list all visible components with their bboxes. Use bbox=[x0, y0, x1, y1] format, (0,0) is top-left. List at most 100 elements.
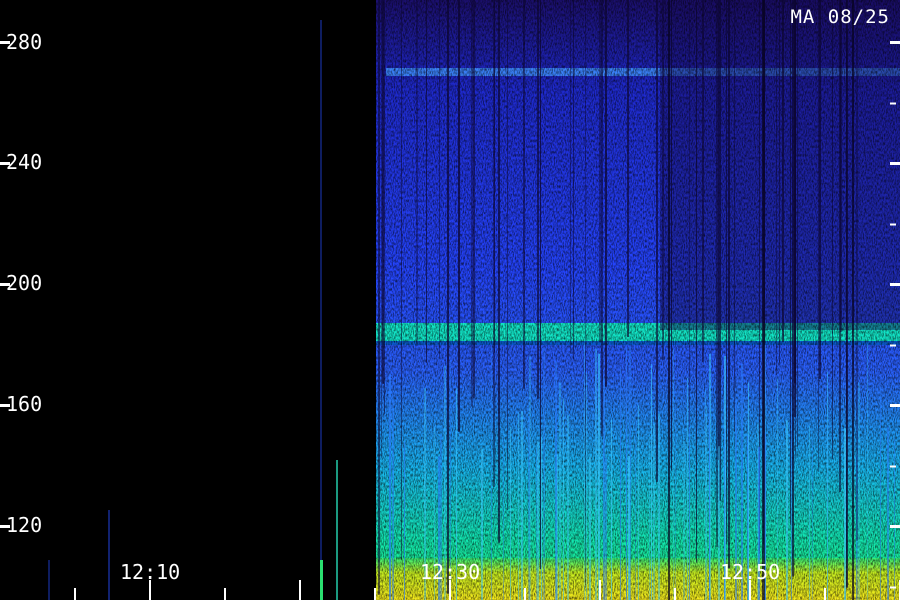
spectrogram-streak bbox=[439, 0, 440, 359]
spectrogram-streak bbox=[627, 0, 629, 338]
spectrogram-streak bbox=[776, 0, 777, 375]
spectrogram-streak bbox=[585, 0, 586, 585]
y-tick-label: 120 bbox=[6, 515, 42, 535]
spectrogram-streak bbox=[791, 399, 792, 600]
spectrogram-streak bbox=[662, 0, 664, 361]
y-tick-label-text: 120 bbox=[6, 513, 43, 537]
y-tick-label-text: 240 bbox=[6, 150, 43, 174]
spectrogram-streak bbox=[651, 364, 652, 600]
spectrogram-streak bbox=[858, 382, 860, 600]
spectrogram-streak bbox=[559, 382, 561, 600]
spectrogram-streak bbox=[620, 367, 621, 600]
spectrogram-streak bbox=[880, 386, 881, 600]
spectrogram-streak bbox=[384, 0, 385, 415]
spectrogram-streak bbox=[601, 0, 603, 437]
spectrogram-streak bbox=[473, 0, 475, 399]
early-streak bbox=[320, 560, 323, 600]
spectrogram-streak bbox=[528, 416, 530, 600]
spectrogram-streak bbox=[705, 390, 706, 600]
spectrogram-streak bbox=[887, 426, 889, 600]
spectrogram-streak bbox=[543, 347, 545, 600]
spectrogram-streak bbox=[894, 438, 895, 600]
spectrogram-streak bbox=[584, 343, 585, 600]
spectrogram-streak bbox=[696, 0, 697, 563]
spectrogram-streak bbox=[381, 0, 382, 459]
spectrogram-streak bbox=[726, 0, 727, 545]
x-tick-mark bbox=[374, 588, 376, 600]
spectrogram-streak bbox=[702, 0, 704, 362]
spectrogram-streak bbox=[599, 0, 601, 343]
spectrogram-streak bbox=[541, 436, 542, 600]
spectrogram-streak bbox=[673, 349, 674, 600]
y-minor-tick bbox=[890, 223, 896, 226]
spectrogram-streak bbox=[734, 0, 735, 432]
spectrogram-streak bbox=[611, 419, 612, 600]
spectrogram-streak bbox=[426, 0, 427, 363]
spectrogram-streak bbox=[656, 0, 658, 482]
y-tick-label: 200 bbox=[6, 273, 42, 293]
y-tick-mark-right bbox=[890, 41, 900, 44]
y-tick-mark-right bbox=[890, 404, 900, 407]
x-tick-mark bbox=[674, 588, 676, 600]
spectrogram-streak bbox=[819, 0, 821, 379]
x-tick-label-text: 12:50 bbox=[720, 560, 781, 584]
x-tick-label: 12:30 bbox=[420, 562, 480, 582]
spectrogram-streak bbox=[598, 353, 600, 600]
x-tick-mark bbox=[74, 588, 76, 600]
spectrogram-streak bbox=[401, 0, 402, 561]
spectrogram-streak bbox=[458, 0, 460, 432]
spectrogram-streak bbox=[510, 426, 511, 600]
y-tick-label: 160 bbox=[6, 394, 42, 414]
x-tick-mark bbox=[299, 580, 301, 600]
spectrogram-streak bbox=[689, 407, 690, 600]
spectrogram-streak bbox=[447, 0, 449, 594]
spectrogram-streak bbox=[635, 395, 636, 600]
y-tick-label-text: 280 bbox=[6, 30, 43, 54]
spectrogram-streak bbox=[649, 436, 650, 600]
y-tick-mark-right bbox=[890, 283, 900, 286]
y-tick-label: 280 bbox=[6, 32, 42, 52]
y-minor-tick bbox=[890, 344, 896, 347]
spectrogram-streak bbox=[675, 404, 676, 600]
spectrogram-streak bbox=[518, 412, 519, 600]
x-tick-mark bbox=[224, 588, 226, 600]
spectrogram-streak bbox=[716, 0, 718, 548]
spectrogram-plot bbox=[0, 0, 900, 600]
y-tick-mark-right bbox=[890, 162, 900, 165]
x-tick-label-text: 12:10 bbox=[120, 560, 181, 584]
spectrogram-dark-line bbox=[852, 0, 854, 600]
spectrogram-streak bbox=[605, 457, 607, 600]
spectrogram-streak bbox=[416, 0, 418, 346]
spectrogram-streak bbox=[537, 441, 539, 600]
spectrogram-streak bbox=[728, 0, 730, 569]
spectrogram-streak bbox=[586, 372, 587, 600]
spectrogram-streak bbox=[570, 0, 571, 353]
spectrogram-streak bbox=[589, 456, 591, 600]
spectrogram-streak bbox=[537, 0, 539, 399]
spectrogram-streak bbox=[719, 0, 721, 501]
spectrogram-streak bbox=[844, 428, 846, 600]
spectrogram-streak bbox=[790, 0, 791, 525]
spectrogram-streak bbox=[378, 0, 380, 595]
spectrogram-streak bbox=[491, 346, 492, 600]
spectrogram-streak bbox=[687, 377, 688, 600]
spectrogram-streak bbox=[706, 406, 707, 600]
spectrogram-streak bbox=[792, 0, 794, 577]
spectrogram-streak bbox=[573, 0, 574, 360]
spectrogram-streak bbox=[605, 0, 607, 387]
spectrogram-streak bbox=[523, 0, 525, 389]
spectrogram-streak bbox=[797, 0, 798, 447]
x-tick-label: 12:10 bbox=[120, 562, 180, 582]
early-streak bbox=[108, 510, 110, 600]
spectrogram-streak bbox=[628, 455, 630, 600]
spectrogram-streak bbox=[658, 413, 660, 600]
spectrogram-streak bbox=[389, 374, 391, 600]
spectrogram-streak bbox=[856, 0, 858, 541]
x-tick-mark bbox=[524, 588, 526, 600]
spectrogram-streak bbox=[827, 371, 828, 600]
spectrogram-dark-line bbox=[762, 0, 765, 600]
spectrogram-streak bbox=[671, 0, 672, 471]
spectrogram-streak bbox=[718, 0, 719, 461]
spectrogram-streak bbox=[779, 0, 780, 366]
spectrogram-view: MA 08/25 280 240 200 160 120 12:10 12:30… bbox=[0, 0, 900, 600]
